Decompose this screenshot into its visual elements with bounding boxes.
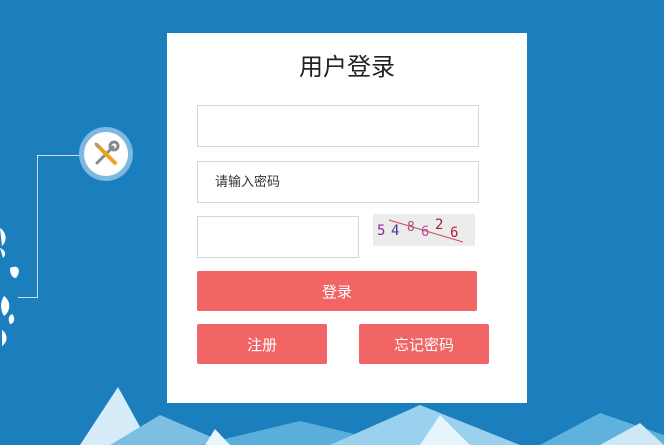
svg-text:8: 8 [407, 220, 415, 235]
decorative-leaves [0, 228, 19, 346]
svg-text:5: 5 [377, 223, 385, 239]
svg-text:6: 6 [421, 224, 429, 240]
tool-badge [79, 127, 133, 181]
register-button[interactable]: 注册 [197, 324, 327, 364]
login-button[interactable]: 登录 [197, 271, 477, 311]
login-title: 用户登录 [299, 53, 395, 81]
wrench-screwdriver-icon [84, 132, 128, 176]
decorative-line-top [37, 155, 82, 156]
captcha-image[interactable]: 5 4 8 6 2 6 [373, 214, 475, 246]
decorative-line-vertical [37, 155, 38, 297]
svg-text:6: 6 [450, 225, 458, 241]
forgot-password-button[interactable]: 忘记密码 [359, 324, 489, 364]
svg-text:2: 2 [435, 217, 443, 233]
svg-text:4: 4 [391, 223, 399, 239]
captcha-input[interactable] [197, 216, 359, 258]
username-input[interactable] [197, 105, 479, 147]
decorative-line-bottom [18, 297, 38, 298]
password-input[interactable] [197, 161, 479, 203]
login-card: 用户登录 5 4 8 6 2 6 登录 注册 忘记密码 [167, 33, 527, 403]
